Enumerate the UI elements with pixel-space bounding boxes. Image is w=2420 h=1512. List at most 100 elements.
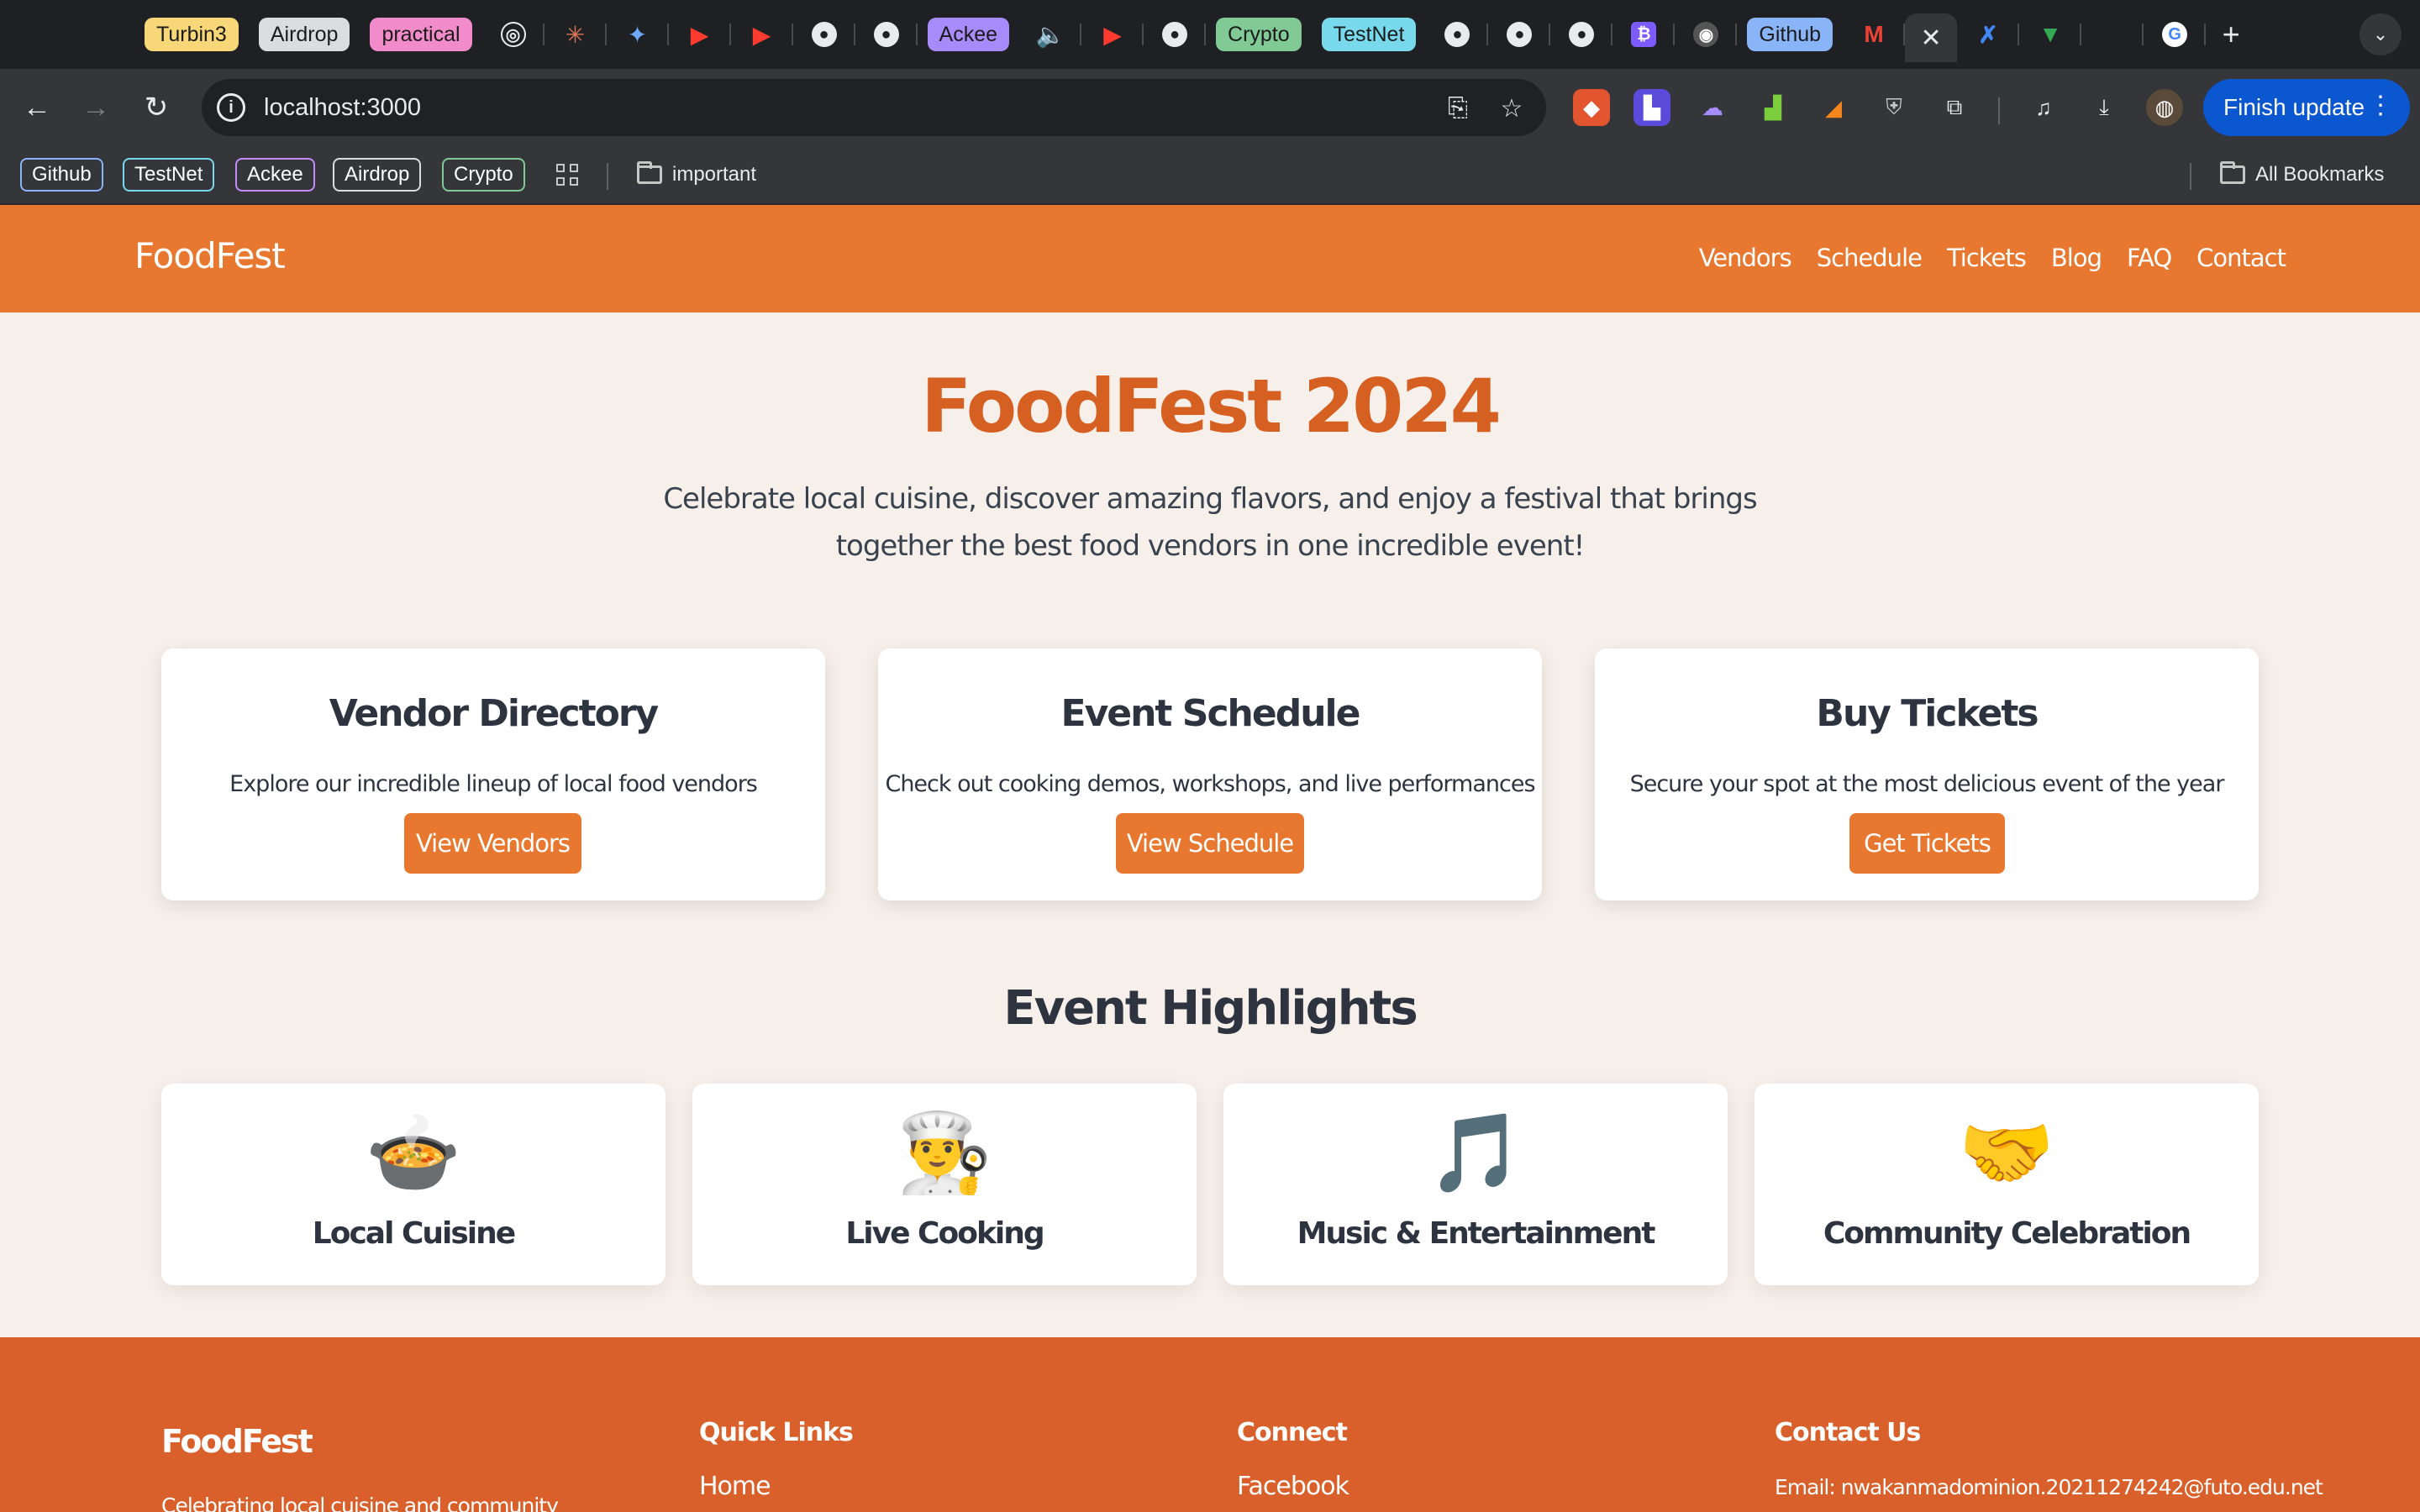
app-icon: ✗ (1978, 21, 1998, 48)
footer-contact-email[interactable]: Email: nwakanmadominion.20211274242@futo… (1775, 1475, 2323, 1499)
claude-icon: ✳ (565, 21, 586, 48)
tab-avatar[interactable]: ◉ (1675, 13, 1738, 55)
browser-tab-strip: Turbin3 Airdrop practical ◎ ✳ ✦ ▶ ▶ ● ● … (0, 0, 2420, 69)
finish-update-button[interactable]: Finish update ⋮ (2203, 79, 2410, 136)
apps-button[interactable] (556, 158, 578, 192)
hero-subtitle: Celebrate local cuisine, discover amazin… (663, 482, 1757, 563)
arrow-left-icon: ← (23, 91, 51, 123)
tab-ackee[interactable]: Ackee (927, 18, 1010, 51)
highlight-community: 🤝 Community Celebration (1754, 1084, 2259, 1285)
tab-active-close[interactable]: ✕ (1905, 13, 1958, 62)
highlight-label: Live Cooking (845, 1216, 1044, 1251)
bookmark-ackee[interactable]: Ackee (235, 158, 315, 192)
bookmarks-divider (607, 163, 608, 190)
github-icon: ● (1507, 22, 1533, 47)
tab-youtube-2[interactable]: ▶ (731, 13, 793, 55)
site-logo[interactable]: FoodFest (134, 235, 286, 276)
nav-faq[interactable]: FAQ (2127, 244, 2172, 272)
chef-icon: 👨‍🍳 (896, 1110, 993, 1196)
arrow-right-icon: → (82, 91, 110, 123)
address-bar[interactable]: i localhost:3000 ⎘ ☆ (202, 79, 1546, 136)
folder-icon (2220, 161, 2245, 184)
tab-turbin3[interactable]: Turbin3 (145, 18, 239, 51)
browser-toolbar: ← → ↻ i localhost:3000 ⎘ ☆ ◆ ▙ ☁ ▟ ◢ ⛨ ⧉… (0, 69, 2420, 146)
tab-claude[interactable]: ✳ (544, 13, 607, 55)
extension-2-icon[interactable]: ▙ (1634, 89, 1670, 126)
site-footer: FoodFest Celebrating local cuisine and c… (0, 1337, 2420, 1512)
bookmark-folder-important[interactable]: important (637, 158, 756, 192)
extension-1-icon[interactable]: ◆ (1573, 89, 1610, 126)
back-button[interactable]: ← (17, 87, 57, 128)
tab-gemini[interactable]: ✦ (607, 13, 669, 55)
finish-update-label: Finish update (2223, 94, 2365, 120)
nav-tickets[interactable]: Tickets (1947, 244, 2027, 272)
tab-github-1[interactable]: ● (793, 13, 855, 55)
footer-link-home[interactable]: Home (699, 1472, 771, 1501)
tab-github-group[interactable]: Github (1747, 18, 1833, 51)
main-nav: Vendors Schedule Tickets Blog FAQ Contac… (1699, 244, 2286, 272)
tab-chatgpt[interactable]: ◎ (482, 13, 544, 55)
get-tickets-button[interactable]: Get Tickets (1849, 813, 2005, 874)
bookmark-star-icon[interactable]: ☆ (1496, 92, 1528, 124)
download-icon[interactable]: ⤓ (2086, 89, 2123, 126)
nav-schedule[interactable]: Schedule (1817, 244, 1923, 272)
tab-ext-purple[interactable]: ₿ (1612, 13, 1676, 55)
tab-crypto[interactable]: Crypto (1216, 18, 1302, 51)
ghost-extension-icon[interactable]: ☁ (1694, 89, 1731, 126)
card-title: Buy Tickets (1816, 692, 2039, 735)
tab-youtube-1[interactable]: ▶ (669, 13, 731, 55)
footer-link-facebook[interactable]: Facebook (1237, 1472, 1349, 1501)
gemini-icon: ✦ (627, 21, 648, 48)
bookmark-github[interactable]: Github (20, 158, 103, 192)
metamask-icon[interactable]: ◢ (1815, 89, 1852, 126)
soup-bowl-icon: 🍲 (365, 1110, 462, 1196)
tab-github-6[interactable]: ● (1550, 13, 1613, 55)
avatar-icon: ◉ (1693, 22, 1719, 47)
tab-app-3[interactable]: ◯ (2081, 13, 2144, 55)
tab-airdrop[interactable]: Airdrop (258, 18, 350, 51)
close-icon: ✕ (1920, 24, 1942, 52)
shield-icon[interactable]: ⛨ (1876, 89, 1912, 126)
tab-google[interactable]: G (2144, 13, 2207, 55)
nav-vendors[interactable]: Vendors (1699, 244, 1792, 272)
google-icon: G (2162, 22, 2188, 47)
github-icon: ● (1444, 22, 1470, 47)
address-text[interactable]: localhost:3000 (264, 94, 421, 122)
bookmark-airdrop[interactable]: Airdrop (333, 158, 422, 192)
tab-practical[interactable]: practical (370, 18, 472, 51)
nav-blog[interactable]: Blog (2051, 244, 2102, 272)
new-tab-button[interactable]: + (2206, 17, 2256, 52)
view-vendors-button[interactable]: View Vendors (404, 813, 581, 874)
chart-extension-icon[interactable]: ▟ (1754, 89, 1791, 126)
tab-github-4[interactable]: ● (1426, 13, 1489, 55)
highlight-music: 🎵 Music & Entertainment (1223, 1084, 1728, 1285)
install-app-icon[interactable]: ⎘ (1442, 92, 1474, 124)
site-info-icon[interactable]: i (217, 93, 245, 122)
tab-app[interactable]: ✗ (1957, 13, 2020, 55)
tab-gmail[interactable]: M (1843, 13, 1906, 55)
forward-button[interactable]: → (76, 87, 116, 128)
youtube-icon: ▶ (1103, 21, 1122, 48)
bookmark-testnet[interactable]: TestNet (123, 158, 215, 192)
card-title: Vendor Directory (329, 692, 659, 735)
view-schedule-button[interactable]: View Schedule (1116, 813, 1304, 874)
tab-github-2[interactable]: ● (855, 13, 918, 55)
all-bookmarks-button[interactable]: All Bookmarks (2220, 158, 2384, 192)
youtube-icon: ▶ (690, 21, 709, 48)
bookmark-crypto[interactable]: Crypto (442, 158, 525, 192)
tab-testnet[interactable]: TestNet (1321, 18, 1417, 51)
tab-search-button[interactable]: ⌄ (2360, 13, 2402, 55)
tab-github-3[interactable]: ● (1144, 13, 1207, 55)
tab-youtube-3[interactable]: ▶ (1081, 13, 1144, 55)
media-control-icon[interactable]: ♫ (2025, 89, 2062, 126)
puzzle-icon[interactable]: ⧉ (1936, 89, 1973, 126)
highlight-live-cooking: 👨‍🍳 Live Cooking (692, 1084, 1197, 1285)
tab-audio[interactable]: 🔈 (1019, 13, 1082, 55)
tab-app-2[interactable]: ▼ (2019, 13, 2082, 55)
reload-button[interactable]: ↻ (136, 87, 176, 128)
footer-contact-title: Contact Us (1775, 1418, 1921, 1447)
tab-github-5[interactable]: ● (1488, 13, 1551, 55)
nav-contact[interactable]: Contact (2196, 244, 2286, 272)
profile-avatar[interactable]: ◍ (2146, 89, 2183, 126)
bookmarks-bar: Github TestNet Ackee Airdrop Crypto impo… (0, 146, 2420, 205)
